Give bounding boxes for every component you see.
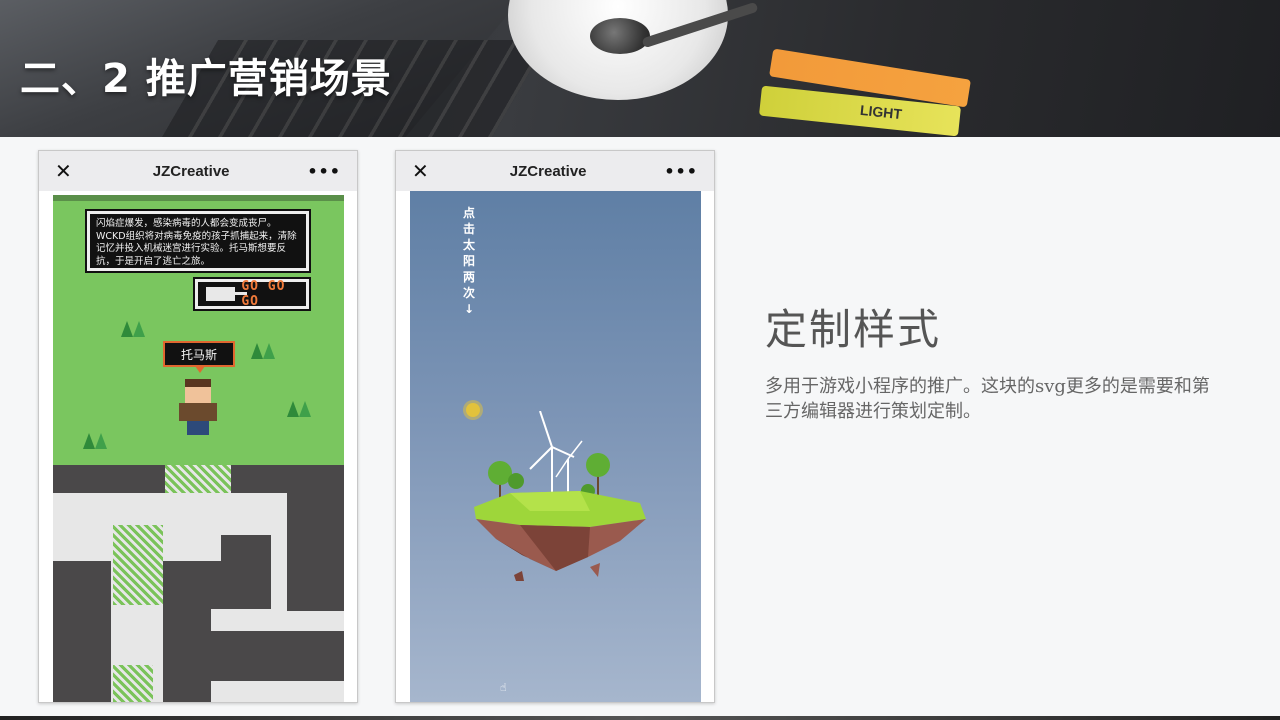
story-dialog: 闪焰症爆发，感染病毒的人都会变成丧尸。WCKD组织将对病毒免疫的孩子抓捕起来，清… (85, 209, 311, 273)
hero-face (185, 387, 211, 403)
character-name-tag: 托马斯 (163, 341, 235, 373)
nav-title: JZCreative (509, 162, 587, 180)
section-description: 多用于游戏小程序的推广。这块的svg更多的是需要和第三方编辑器进行策划定制。 (765, 376, 1210, 422)
character-sprite[interactable] (175, 379, 221, 439)
maze-wall (53, 561, 111, 702)
header-banner: LIGHT 二、2 推广营销场景 (0, 0, 1280, 137)
close-icon[interactable]: ✕ (412, 159, 432, 183)
maze-wall (211, 631, 344, 681)
more-icon[interactable]: ••• (307, 162, 341, 181)
pixel-game-scene[interactable]: 闪焰症爆发，感染病毒的人都会变成丧尸。WCKD组织将对病毒免疫的孩子抓捕起来，清… (53, 195, 344, 702)
spoon-image (590, 18, 650, 54)
grass-icon (117, 319, 151, 337)
maze-wall (287, 493, 344, 611)
go-button[interactable]: GO GO GO (193, 277, 311, 311)
grass-icon (79, 431, 113, 449)
scroll-hint-icon: ☝ (500, 681, 507, 694)
instruction-vertical-text: 点击太阳两次↓ (462, 206, 475, 316)
phone-preview-island: ✕ JZCreative ••• 点击太阳两次↓ ☝ (395, 150, 715, 703)
maze-moss (165, 465, 231, 493)
miniprogram-nav-bar: ✕ JZCreative ••• (396, 151, 714, 191)
maze-moss (113, 665, 153, 702)
maze (53, 465, 344, 702)
floating-island-image (474, 411, 646, 581)
close-icon[interactable]: ✕ (55, 159, 75, 183)
maze-wall (53, 465, 165, 493)
island-scene[interactable]: 点击太阳两次↓ ☝ (410, 191, 701, 702)
hero-hair (185, 379, 211, 387)
more-icon[interactable]: ••• (664, 162, 698, 181)
maze-moss (113, 525, 163, 605)
go-label: GO GO GO (241, 279, 286, 309)
maze-wall (231, 465, 344, 493)
grass-icon (247, 341, 281, 359)
hero-legs (187, 421, 209, 435)
grass-icon (283, 399, 317, 417)
miniprogram-nav-bar: ✕ JZCreative ••• (39, 151, 357, 191)
hero-body (179, 403, 217, 421)
maze-wall (163, 609, 211, 702)
top-strip (53, 195, 344, 201)
maze-wall (163, 561, 271, 609)
section-heading: 定制样式 (765, 305, 942, 354)
slide-title: 二、2 推广营销场景 (20, 56, 392, 102)
phone-preview-game: ✕ JZCreative ••• 闪焰症爆发，感染病毒的人都会变成丧尸。WCKD… (38, 150, 358, 703)
bottom-divider (0, 716, 1280, 720)
tank-icon (206, 287, 248, 301)
nav-title: JZCreative (152, 162, 230, 180)
